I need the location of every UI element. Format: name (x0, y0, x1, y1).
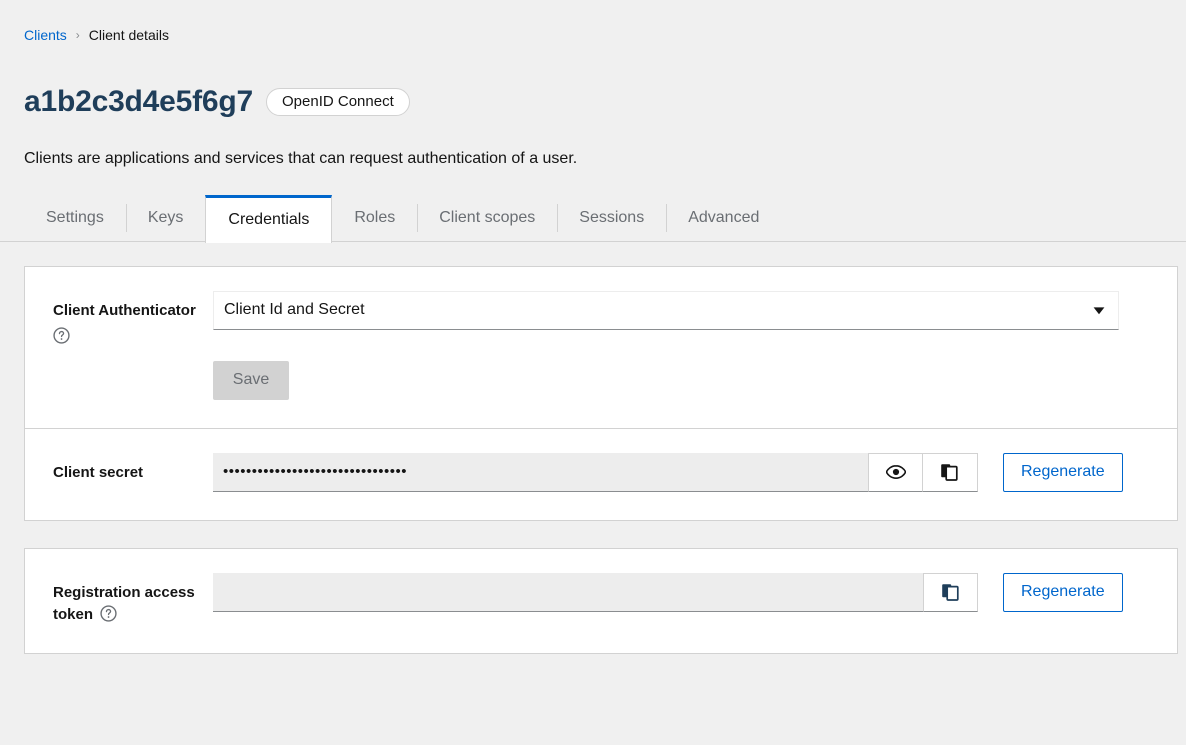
save-button[interactable]: Save (213, 360, 289, 400)
title-row: a1b2c3d4e5f6g7 OpenID Connect (24, 67, 1162, 137)
regenerate-secret-button[interactable]: Regenerate (1003, 452, 1123, 492)
copy-icon (940, 462, 960, 482)
tab-client-scopes[interactable]: Client scopes (417, 195, 557, 241)
help-circle-icon[interactable] (100, 604, 117, 622)
tab-roles[interactable]: Roles (332, 195, 417, 241)
copy-icon (941, 582, 961, 602)
client-secret-section: Client secret ••••••••••••••••••••••••••… (25, 427, 1177, 520)
tab-keys[interactable]: Keys (125, 195, 206, 241)
credentials-card: Client Authenticator Client Id and Secre… (24, 265, 1178, 521)
registration-access-token-input-group (213, 572, 978, 612)
page-subtitle: Clients are applications and services th… (24, 150, 578, 168)
page-header: Clients › Client details a1b2c3d4e5f6g7 … (0, 0, 1186, 170)
show-secret-button[interactable] (868, 452, 923, 492)
registration-access-token-input[interactable] (213, 572, 923, 612)
copy-registration-token-button[interactable] (923, 572, 978, 612)
breadcrumb: Clients › Client details (24, 24, 1162, 45)
registration-access-token-card: Registration access token Regenerate (24, 547, 1178, 655)
tab-settings[interactable]: Settings (24, 195, 126, 241)
eye-icon (885, 465, 906, 480)
client-authenticator-selected-value: Client Id and Secret (224, 301, 365, 319)
breadcrumb-link-clients[interactable]: Clients (24, 28, 67, 42)
tab-sessions[interactable]: Sessions (557, 195, 666, 241)
protocol-badge: OpenID Connect (266, 88, 410, 117)
registration-access-token-section: Registration access token Regenerate (25, 549, 1177, 654)
client-authenticator-section: Client Authenticator Client Id and Secre… (25, 267, 1177, 428)
client-authenticator-label: Client Authenticator (53, 301, 196, 319)
client-authenticator-label-group: Client Authenticator (25, 291, 213, 344)
registration-access-token-label: Registration access token (53, 583, 195, 623)
tab-bar: Settings Keys Credentials Roles Client s… (0, 194, 1186, 243)
caret-down-icon (1086, 306, 1112, 315)
client-secret-input[interactable] (213, 452, 868, 492)
breadcrumb-separator-icon: › (75, 27, 80, 42)
breadcrumb-current: Client details (88, 26, 169, 43)
main-content: Client Authenticator Client Id and Secre… (0, 242, 1186, 655)
registration-access-token-label-group: Registration access token (25, 573, 213, 626)
client-secret-input-group (213, 452, 978, 492)
help-circle-icon[interactable] (53, 326, 70, 344)
client-secret-label: Client secret (53, 463, 144, 481)
page-title: a1b2c3d4e5f6g7 (24, 85, 254, 119)
regenerate-registration-token-button[interactable]: Regenerate (1003, 572, 1123, 612)
copy-secret-button[interactable] (923, 452, 978, 492)
client-authenticator-select[interactable]: Client Id and Secret (213, 290, 1119, 330)
tab-advanced[interactable]: Advanced (666, 195, 781, 241)
tab-credentials[interactable]: Credentials (205, 194, 333, 243)
